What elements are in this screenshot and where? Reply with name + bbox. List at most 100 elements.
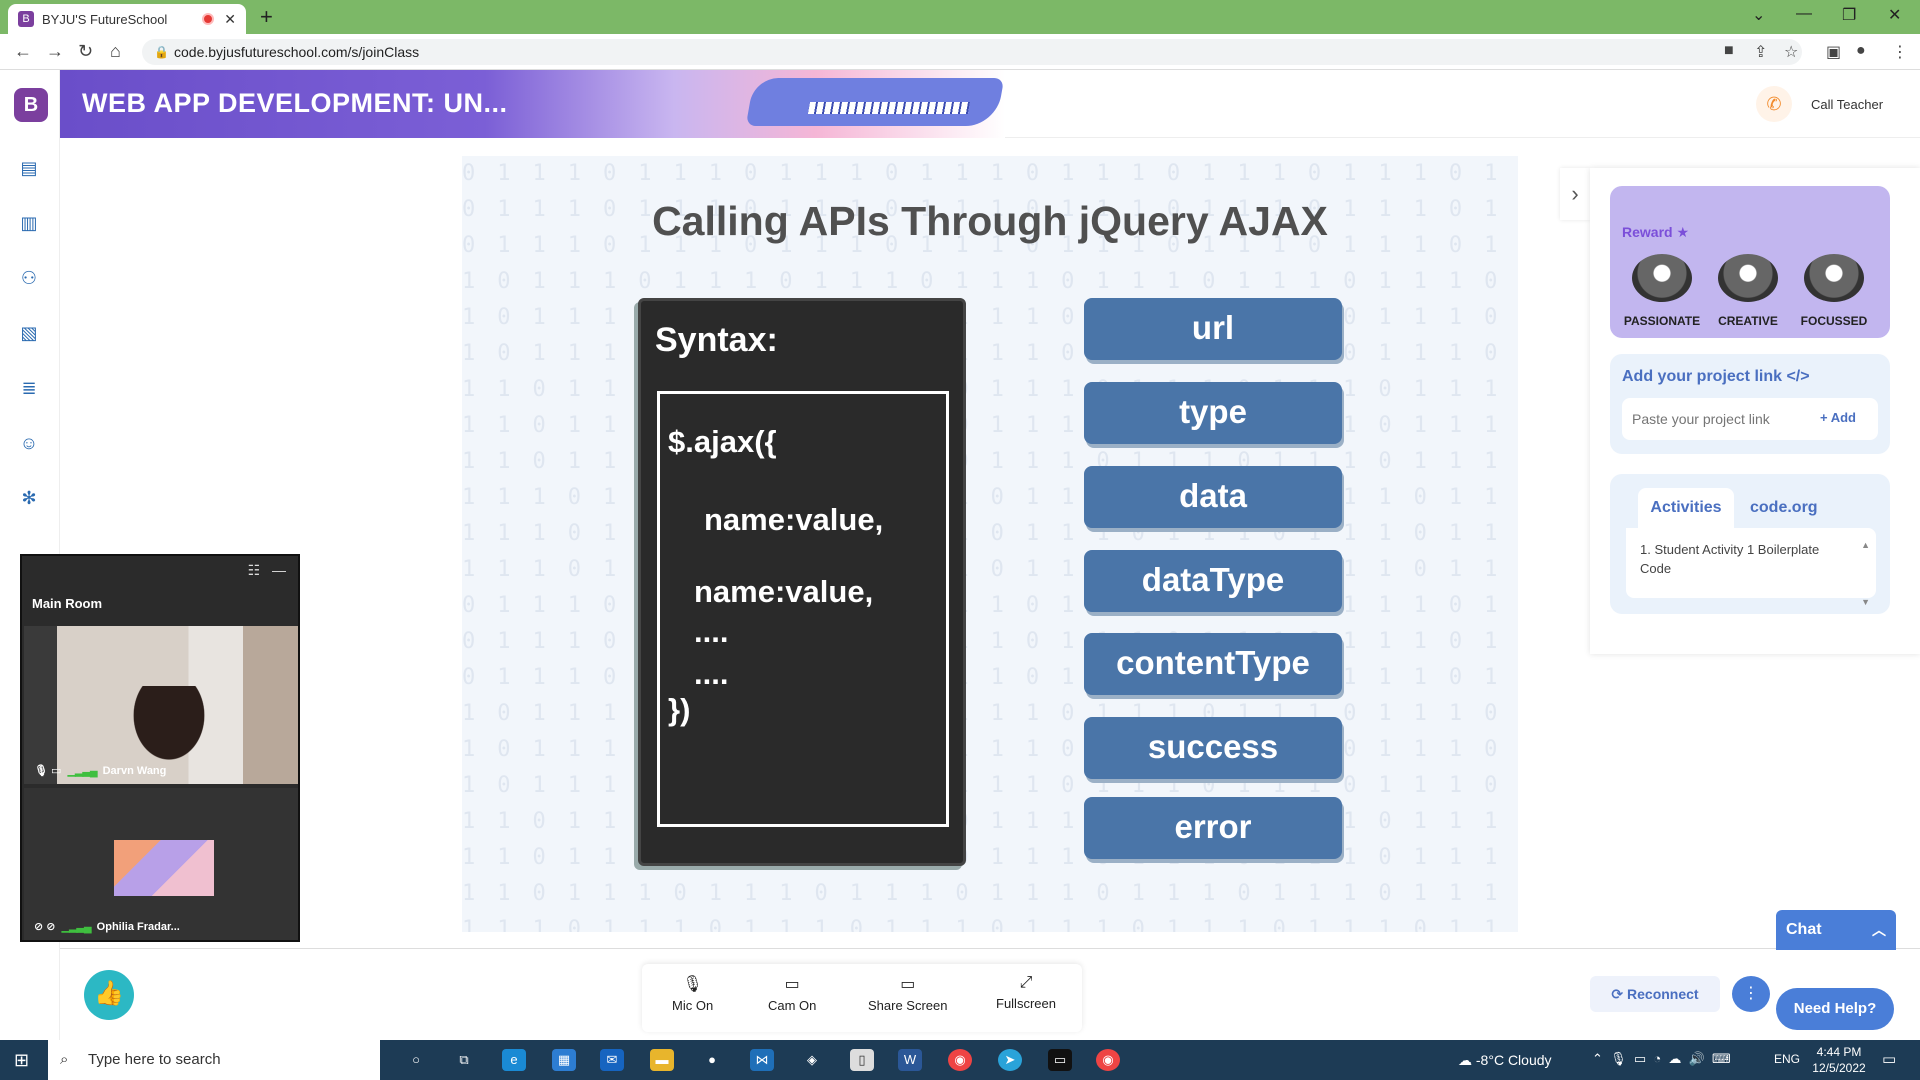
share-label: Share Screen bbox=[868, 998, 948, 1013]
camera-blocked-icon[interactable]: ■ bbox=[1724, 42, 1734, 60]
chrome-active-icon[interactable]: ◉ bbox=[1096, 1049, 1120, 1071]
param-error: error bbox=[1084, 797, 1342, 859]
cam-button[interactable]: ▭ Cam On bbox=[768, 974, 816, 1013]
need-help-button[interactable]: Need Help? bbox=[1776, 988, 1894, 1030]
video-camera-icon: ▭ bbox=[784, 976, 800, 993]
tab-close-button[interactable]: ✕ bbox=[224, 11, 236, 28]
telegram-icon[interactable]: ➤ bbox=[998, 1049, 1022, 1071]
right-panel: Reward ★ PASSIONATE CREATIVE FOCUSSED Ad… bbox=[1590, 168, 1920, 654]
file-explorer-icon[interactable]: ▬ bbox=[650, 1049, 674, 1071]
recording-indicator-icon bbox=[202, 13, 215, 25]
phone-icon[interactable]: ✆ bbox=[1756, 86, 1792, 122]
app-logo[interactable]: B bbox=[14, 88, 48, 122]
browser-tab-strip: B BYJU'S FutureSchool ✕ + ⌄ — ❐ ✕ bbox=[0, 0, 1920, 34]
param-success: success bbox=[1084, 717, 1342, 779]
home-icon[interactable]: ⌂ bbox=[110, 41, 121, 62]
cortana-icon[interactable]: ○ bbox=[404, 1049, 428, 1071]
system-tray-icons[interactable]: ⌃ 🎙 ▭ ◔ ☁ 🔊 ⌨ bbox=[1592, 1051, 1731, 1067]
course-title: WEB APP DEVELOPMENT: UN... bbox=[82, 88, 508, 118]
badge-label: CREATIVE bbox=[1718, 314, 1778, 328]
project-link-card: Add your project link </> + Add bbox=[1610, 354, 1890, 454]
participant-name: Darvn Wang bbox=[102, 765, 167, 777]
thumbs-up-button[interactable]: 👍 bbox=[84, 970, 134, 1020]
mail-icon[interactable]: ✉ bbox=[600, 1049, 624, 1071]
share-screen-button[interactable]: ▭ Share Screen bbox=[868, 974, 948, 1013]
monitor-icon: ▭ bbox=[900, 976, 916, 993]
tab-search-icon[interactable]: ⌄ bbox=[1752, 5, 1765, 25]
address-bar-row: ← → ↻ ⌂ 🔒 code.byjusfutureschool.com/s/j… bbox=[0, 34, 1920, 70]
refresh-icon: ⟳ bbox=[1611, 986, 1624, 1002]
restore-button[interactable]: ❐ bbox=[1842, 5, 1856, 25]
windows-start-icon[interactable]: ⊞ bbox=[14, 1050, 29, 1071]
store-icon[interactable]: ▦ bbox=[552, 1049, 576, 1071]
activity-list: 1. Student Activity 1 Boilerplate Code ▲… bbox=[1626, 528, 1876, 607]
new-tab-button[interactable]: + bbox=[260, 4, 273, 30]
notes-icon[interactable]: ▧ bbox=[18, 323, 40, 345]
list-icon[interactable]: ≣ bbox=[18, 378, 40, 400]
reload-icon[interactable]: ↻ bbox=[78, 41, 93, 62]
video-panel-controls[interactable]: ☷ — bbox=[248, 562, 286, 579]
reconnect-button[interactable]: ⟳ Reconnect bbox=[1590, 976, 1720, 1012]
add-project-link-button[interactable]: + Add bbox=[1820, 410, 1856, 425]
app-icon[interactable]: ◈ bbox=[800, 1049, 824, 1071]
book-icon[interactable]: ▥ bbox=[18, 213, 40, 235]
profile-avatar[interactable]: ● bbox=[1856, 42, 1866, 60]
bookmark-star-icon[interactable]: ☆ bbox=[1784, 42, 1798, 62]
side-panel-icon[interactable]: ▣ bbox=[1826, 42, 1841, 62]
fullscreen-label: Fullscreen bbox=[996, 996, 1056, 1011]
minimize-button[interactable]: — bbox=[1796, 5, 1812, 23]
reconnect-label: Reconnect bbox=[1627, 986, 1699, 1002]
settings-gear-icon[interactable]: ✻ bbox=[18, 488, 40, 510]
participant-video: 🎙 ▭ ▁▂▃▄ Darvn Wang bbox=[24, 626, 298, 784]
chat-button[interactable]: Chat ︿ bbox=[1776, 910, 1896, 950]
call-teacher-button[interactable]: Call Teacher bbox=[1811, 97, 1883, 112]
clock[interactable]: 4:44 PM 12/5/2022 bbox=[1804, 1044, 1874, 1076]
focussed-badge-icon bbox=[1804, 254, 1864, 302]
call-controls: 🎙 Mic On ▭ Cam On ▭ Share Screen ⤢ Fullscree… bbox=[642, 964, 1082, 1032]
collapse-panel-chevron-icon[interactable]: › bbox=[1560, 168, 1590, 220]
terminal-icon[interactable]: ▭ bbox=[1048, 1049, 1072, 1071]
fullscreen-button[interactable]: ⤢ Fullscreen bbox=[996, 974, 1056, 1011]
app-icon[interactable]: ● bbox=[700, 1049, 724, 1071]
notepad-icon[interactable]: ▯ bbox=[850, 1049, 874, 1071]
language-indicator[interactable]: ENG bbox=[1774, 1052, 1800, 1066]
badge-label: FOCUSSED bbox=[1800, 314, 1868, 328]
camera-off-icon: ⊘ bbox=[46, 921, 56, 933]
mic-icon: 🎙 bbox=[34, 765, 48, 777]
code-frame: $.ajax({ name:value, name:value, .... ..… bbox=[657, 391, 949, 827]
cloud-icon: ☁ bbox=[1458, 1052, 1472, 1068]
chrome-icon[interactable]: ◉ bbox=[948, 1049, 972, 1071]
project-link-title: Add your project link </> bbox=[1622, 368, 1810, 385]
close-window-button[interactable]: ✕ bbox=[1888, 5, 1901, 25]
clock-date: 12/5/2022 bbox=[1812, 1061, 1866, 1075]
notification-icon[interactable]: ▭ bbox=[1882, 1050, 1896, 1068]
taskbar-search[interactable]: ⌕ Type here to search bbox=[48, 1040, 380, 1080]
edge-icon[interactable]: e bbox=[502, 1049, 526, 1071]
browser-menu-icon[interactable]: ⋮ bbox=[1892, 42, 1908, 62]
clock-time: 4:44 PM bbox=[1816, 1045, 1862, 1059]
microphone-icon: 🎙 bbox=[682, 976, 703, 993]
forward-icon[interactable]: → bbox=[46, 41, 64, 62]
back-icon[interactable]: ← bbox=[14, 41, 32, 62]
word-icon[interactable]: W bbox=[898, 1049, 922, 1071]
code-line: .... bbox=[694, 614, 729, 649]
vscode-icon[interactable]: ⋈ bbox=[750, 1049, 774, 1071]
badge-label: PASSIONATE bbox=[1623, 314, 1701, 328]
schedule-icon[interactable]: ▤ bbox=[18, 158, 40, 180]
more-options-icon[interactable]: ⋮ bbox=[1732, 976, 1770, 1012]
weather-widget[interactable]: ☁ -8°C Cloudy bbox=[1458, 1052, 1552, 1069]
video-panel-header: ☷ — bbox=[22, 556, 298, 586]
scrollbar[interactable]: ▲ ▼ bbox=[1861, 536, 1870, 612]
tab-activities[interactable]: Activities bbox=[1638, 488, 1734, 528]
task-view-icon[interactable]: ⧉ bbox=[452, 1049, 476, 1071]
participant-video: ⊘ ⊘ ▁▂▃▄ Ophilia Fradar... bbox=[24, 788, 298, 940]
activity-item[interactable]: 1. Student Activity 1 Boilerplate Code bbox=[1640, 540, 1852, 578]
chat-label: Chat bbox=[1786, 921, 1822, 938]
projects-icon[interactable]: ⚇ bbox=[18, 268, 40, 290]
share-icon[interactable]: ⇪ bbox=[1754, 42, 1767, 62]
mic-button[interactable]: 🎙 Mic On bbox=[672, 974, 713, 1013]
browser-tab[interactable]: B BYJU'S FutureSchool ✕ bbox=[8, 4, 246, 34]
tab-code-org[interactable]: code.org bbox=[1750, 488, 1818, 528]
url-field[interactable]: 🔒 code.byjusfutureschool.com/s/joinClass bbox=[142, 39, 1802, 65]
feedback-icon[interactable]: ☺ bbox=[18, 433, 40, 455]
